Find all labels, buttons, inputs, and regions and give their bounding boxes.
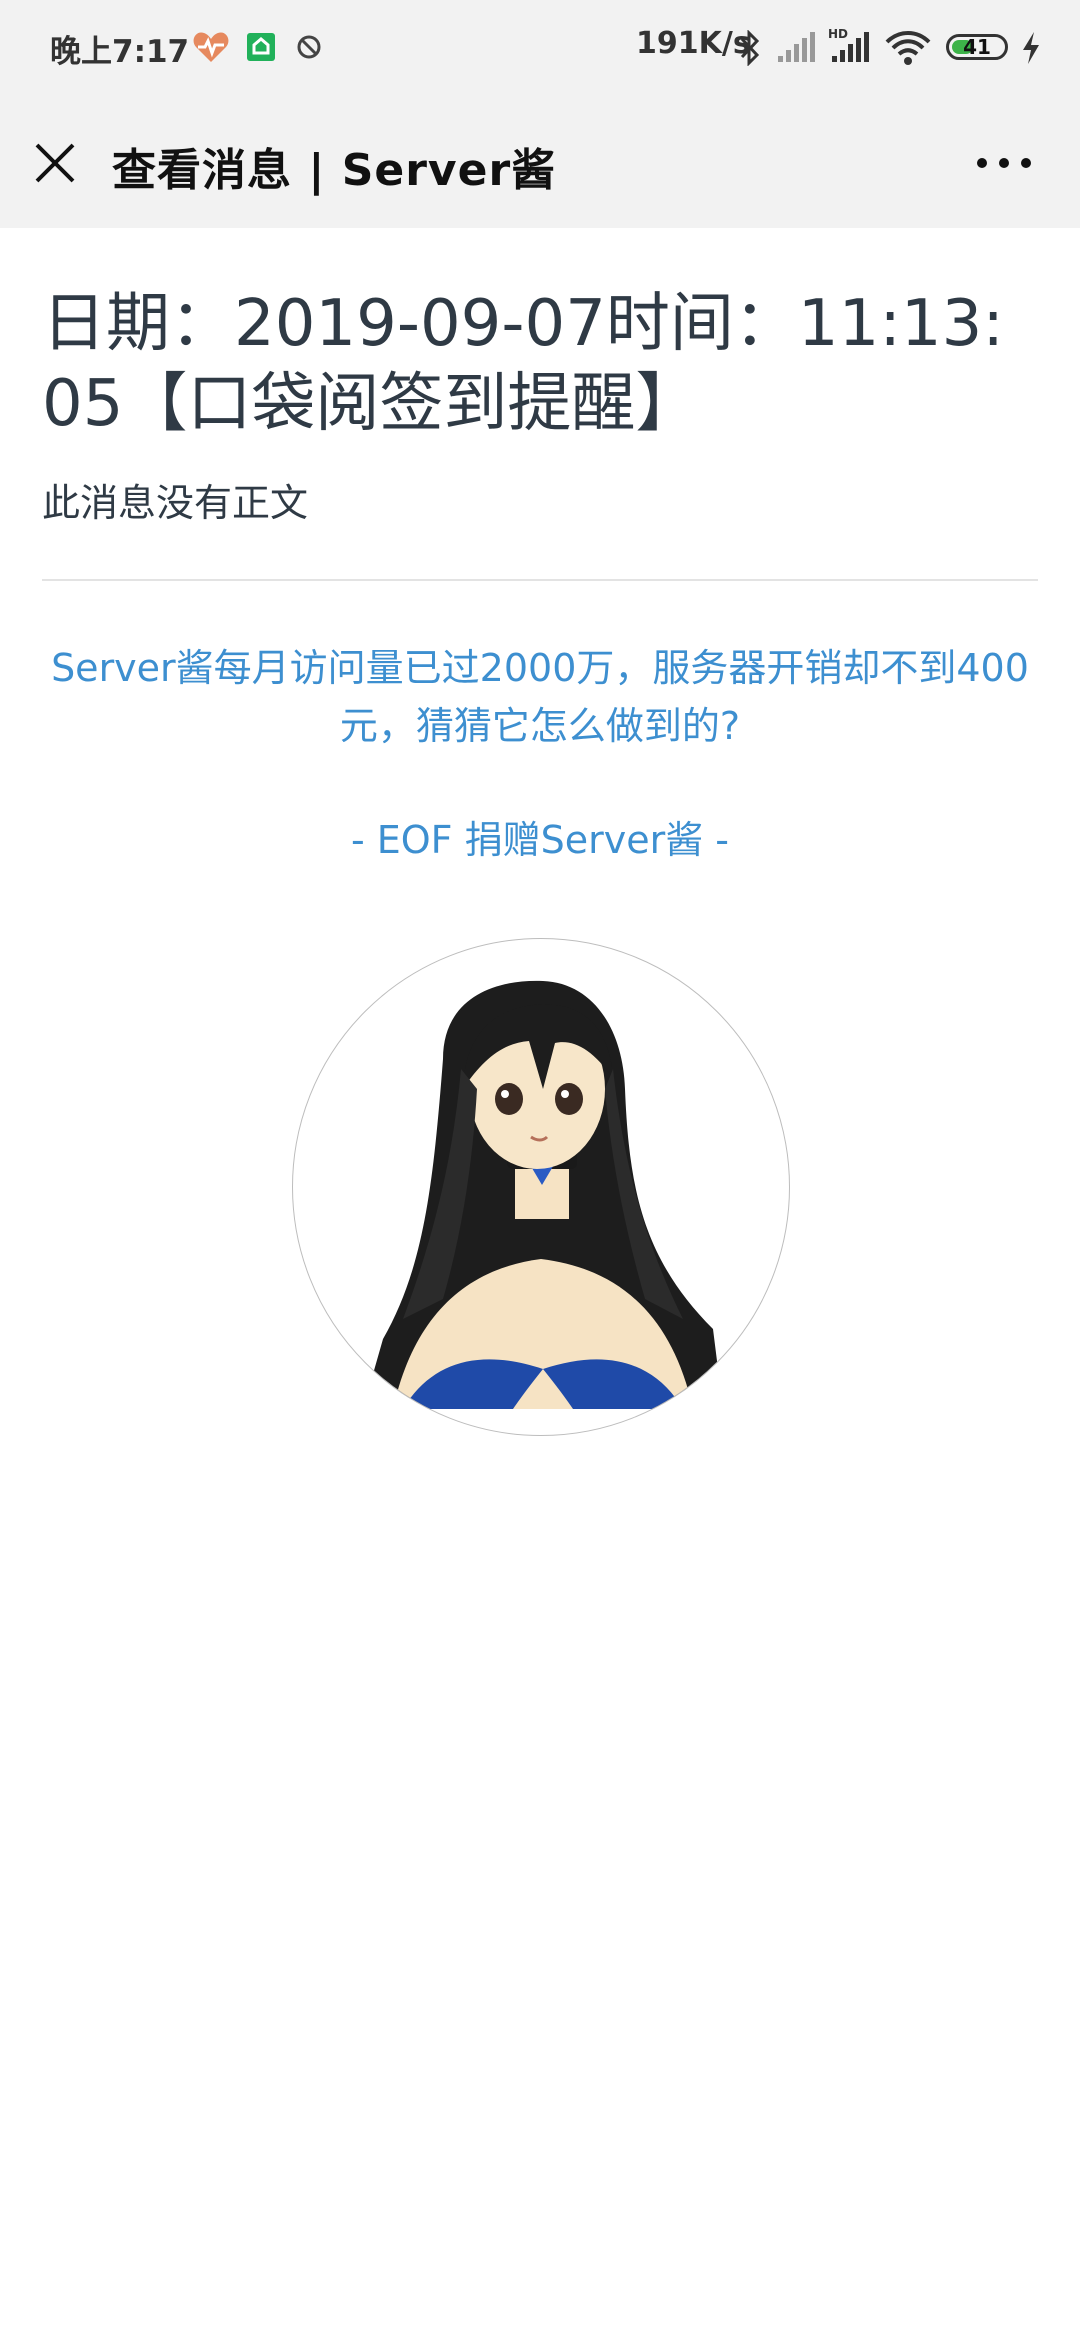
more-dots-icon[interactable] [976,150,1032,176]
message-title: 日期：2019-09-07时间：11:13:05【口袋阅签到提醒】 [42,287,1004,441]
signal-icon [778,32,815,62]
close-icon[interactable] [30,138,80,188]
network-speed: 191K/s [636,26,751,61]
app-notification-icon [247,33,275,61]
promo-link[interactable]: Server酱每月访问量已过2000万，服务器开销却不到400元，猜猜它怎么做到… [42,639,1038,755]
battery-indicator: 41 [946,34,1008,60]
nav-bar: 查看消息 | Server酱 [0,98,1080,228]
divider [42,579,1038,581]
message-body: 此消息没有正文 [42,481,309,525]
status-time: 晚上7:17 [50,34,190,70]
avatar-image [292,938,790,1436]
charging-icon [1023,32,1039,64]
message-content: 日期：2019-09-07时间：11:13:05【口袋阅签到提醒】 此消息没有正… [42,228,1038,864]
bluetooth-icon [740,30,760,66]
hd-signal-icon: HD [828,27,869,62]
status-bar: 晚上7:17 191K/s HD 41 [0,0,1080,98]
heart-health-icon [193,32,229,62]
svg-text:HD: HD [828,27,848,41]
battery-level: 41 [963,35,991,59]
do-not-disturb-icon [297,35,321,59]
donate-link[interactable]: - EOF 捐赠Server酱 - [42,809,1038,864]
wifi-icon [885,31,931,65]
anime-girl-illustration [363,980,723,1409]
page-title: 查看消息 | Server酱 [112,145,557,196]
